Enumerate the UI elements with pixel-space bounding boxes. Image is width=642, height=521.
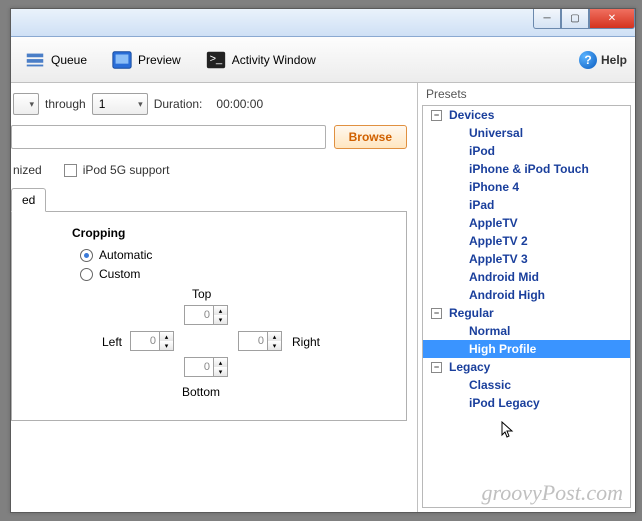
help-button[interactable]: ? Help (579, 51, 631, 69)
preset-item[interactable]: iPhone 4 (423, 178, 630, 196)
picture-tab-panel: Cropping Automatic Custom Top ▴▾ Le (11, 211, 407, 421)
terminal-icon: >_ (205, 49, 227, 71)
ipod-5g-label: iPod 5G support (83, 163, 170, 177)
duration-value: 00:00:00 (216, 97, 263, 111)
maximize-button[interactable]: ▢ (561, 9, 589, 29)
presets-tree[interactable]: −DevicesUniversaliPodiPhone & iPod Touch… (422, 105, 631, 508)
preset-item[interactable]: iPhone & iPod Touch (423, 160, 630, 178)
cropping-auto-radio[interactable]: Automatic (80, 248, 392, 262)
cropping-heading: Cropping (72, 226, 392, 240)
cropping-custom-radio[interactable]: Custom (80, 267, 392, 281)
preset-folder-legacy[interactable]: −Legacy (423, 358, 630, 376)
chapter-start-combo[interactable] (13, 93, 39, 115)
queue-label: Queue (51, 53, 87, 67)
preset-item[interactable]: High Profile (423, 340, 630, 358)
tab-partial[interactable]: ed (11, 188, 46, 212)
through-label: through (45, 97, 86, 111)
crop-top-label: Top (192, 287, 211, 301)
crop-left-spinner[interactable]: ▴▾ (130, 331, 174, 351)
activity-window-button[interactable]: >_ Activity Window (196, 45, 325, 75)
minimize-button[interactable]: ─ (533, 9, 561, 29)
preset-folder-label: Regular (449, 306, 494, 320)
browse-button[interactable]: Browse (334, 125, 407, 149)
activity-label: Activity Window (232, 53, 316, 67)
presets-sidebar: Presets −DevicesUniversaliPodiPhone & iP… (417, 83, 635, 512)
preset-folder-regular[interactable]: −Regular (423, 304, 630, 322)
preview-icon (111, 49, 133, 71)
preset-item[interactable]: iPad (423, 196, 630, 214)
help-icon: ? (579, 51, 597, 69)
preset-item[interactable]: Universal (423, 124, 630, 142)
main-panel: through 1 Duration: 00:00:00 Browse nize… (11, 83, 417, 512)
destination-path-input[interactable] (11, 125, 326, 149)
preset-item[interactable]: AppleTV 2 (423, 232, 630, 250)
crop-right-label: Right (292, 335, 320, 349)
preview-label: Preview (138, 53, 181, 67)
ipod-5g-checkbox[interactable] (64, 164, 77, 177)
crop-right-spinner[interactable]: ▴▾ (238, 331, 282, 351)
preset-item[interactable]: AppleTV 3 (423, 250, 630, 268)
close-button[interactable]: ✕ (589, 9, 635, 29)
collapse-icon[interactable]: − (431, 362, 442, 373)
cropping-auto-label: Automatic (99, 248, 152, 262)
presets-label: Presets (418, 83, 635, 105)
duration-label: Duration: (154, 97, 203, 111)
preset-item[interactable]: iPod Legacy (423, 394, 630, 412)
preset-item[interactable]: AppleTV (423, 214, 630, 232)
watermark: groovyPost.com (481, 480, 623, 506)
crop-bottom-label: Bottom (182, 385, 220, 399)
help-label: Help (601, 53, 627, 67)
preset-folder-label: Legacy (449, 360, 490, 374)
crop-bottom-spinner[interactable]: ▴▾ (184, 357, 228, 377)
preview-button[interactable]: Preview (102, 45, 190, 75)
preset-item[interactable]: Normal (423, 322, 630, 340)
radio-icon (80, 268, 93, 281)
collapse-icon[interactable]: − (431, 308, 442, 319)
preset-item[interactable]: Classic (423, 376, 630, 394)
app-window: ─ ▢ ✕ Queue Preview >_ Activity Window ?… (10, 8, 636, 513)
preset-item[interactable]: Android Mid (423, 268, 630, 286)
chapter-end-combo[interactable]: 1 (92, 93, 148, 115)
svg-text:>_: >_ (209, 52, 222, 64)
cropping-custom-label: Custom (99, 267, 140, 281)
collapse-icon[interactable]: − (431, 110, 442, 121)
preset-item[interactable]: iPod (423, 142, 630, 160)
crop-top-spinner[interactable]: ▴▾ (184, 305, 228, 325)
preset-folder-devices[interactable]: −Devices (423, 106, 630, 124)
queue-icon (24, 49, 46, 71)
preset-item[interactable]: Android High (423, 286, 630, 304)
optimized-label-partial: nized (13, 163, 42, 177)
toolbar: Queue Preview >_ Activity Window ? Help (11, 37, 635, 83)
preset-folder-label: Devices (449, 108, 494, 122)
titlebar: ─ ▢ ✕ (11, 9, 635, 37)
crop-left-label: Left (102, 335, 122, 349)
queue-button[interactable]: Queue (15, 45, 96, 75)
radio-icon (80, 249, 93, 262)
